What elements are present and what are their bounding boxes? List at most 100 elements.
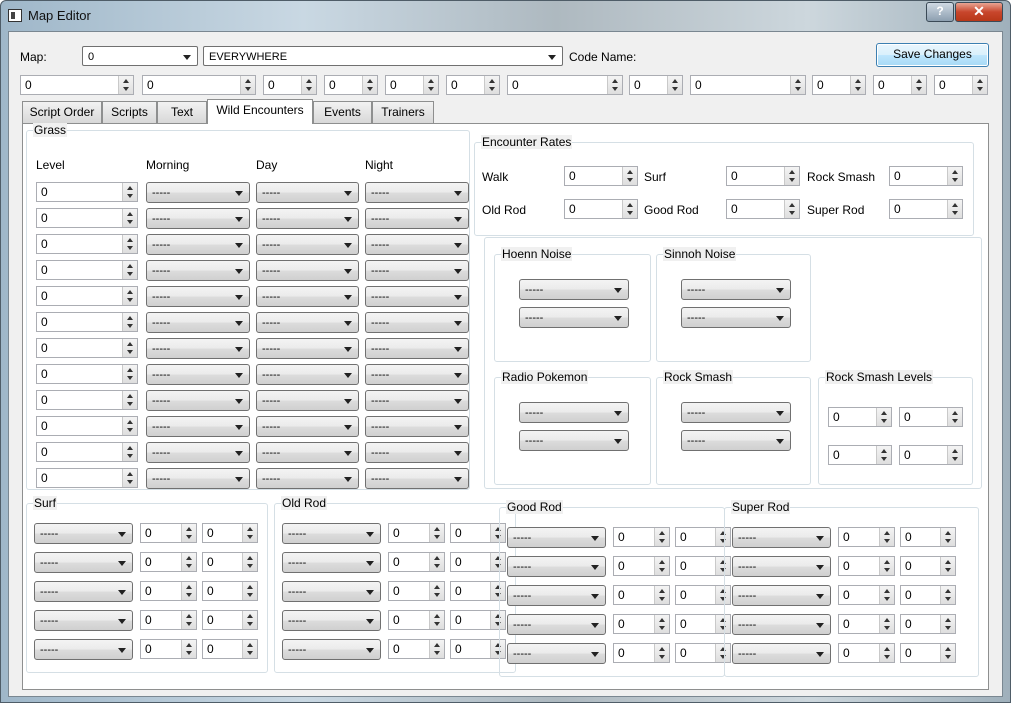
tab-scripts[interactable]: Scripts [102,101,157,123]
spin-arrows-icon[interactable] [429,524,444,542]
surf-group-max-level[interactable]: 0 [202,581,258,601]
grass-level-spinbox[interactable]: 0 [36,208,138,228]
spin-arrows-icon[interactable] [181,640,196,658]
good-rod-group-min-level[interactable]: 0 [613,643,670,663]
spin-arrows-icon[interactable] [122,209,137,227]
grass-night-select[interactable]: ----- [365,234,469,255]
spin-arrows-icon[interactable] [947,200,962,218]
super-rod-group-min-level[interactable]: 0 [838,527,895,547]
spin-arrows-icon[interactable] [654,586,669,604]
spin-arrows-icon[interactable] [947,446,962,464]
tab-script-order[interactable]: Script Order [22,101,102,123]
grass-night-select[interactable]: ----- [365,390,469,411]
tab-wild-encounters[interactable]: Wild Encounters [207,99,313,124]
good-rod-group-min-level[interactable]: 0 [613,614,670,634]
radio-pokemon-group-slot-1[interactable]: ----- [519,402,629,423]
spin-arrows-icon[interactable] [122,339,137,357]
grass-level-spinbox[interactable]: 0 [36,234,138,254]
super-rod-rate-spinbox[interactable]: 0 [889,199,963,219]
old-rod-group-pokemon-select[interactable]: ----- [282,523,381,544]
super-rod-group-min-level[interactable]: 0 [838,643,895,663]
surf-group-max-level[interactable]: 0 [202,610,258,630]
spin-arrows-icon[interactable] [790,76,805,94]
grass-morning-select[interactable]: ----- [146,182,250,203]
spin-arrows-icon[interactable] [879,528,894,546]
spin-arrows-icon[interactable] [181,524,196,542]
grass-day-select[interactable]: ----- [256,286,359,307]
grass-level-spinbox[interactable]: 0 [36,286,138,306]
super-rod-group-pokemon-select[interactable]: ----- [732,643,831,664]
good-rod-group-max-level[interactable]: 0 [675,556,731,576]
spin-arrows-icon[interactable] [654,528,669,546]
grass-level-spinbox[interactable]: 0 [36,182,138,202]
grass-day-select[interactable]: ----- [256,234,359,255]
spin-arrows-icon[interactable] [879,644,894,662]
spin-arrows-icon[interactable] [242,611,257,629]
good-rod-group-pokemon-select[interactable]: ----- [507,556,606,577]
spin-arrows-icon[interactable] [484,76,499,94]
old-rod-rate-spinbox[interactable]: 0 [564,199,638,219]
good-rod-group-max-level[interactable]: 0 [675,614,731,634]
super-rod-group-max-level[interactable]: 0 [900,556,956,576]
tab-trainers[interactable]: Trainers [372,101,434,123]
radio-pokemon-group-slot-2[interactable]: ----- [519,430,629,451]
spin-arrows-icon[interactable] [429,582,444,600]
spin-arrows-icon[interactable] [122,443,137,461]
old-rod-group-max-level[interactable]: 0 [450,523,506,543]
spin-arrows-icon[interactable] [654,615,669,633]
surf-group-min-level[interactable]: 0 [140,552,197,572]
spin-arrows-icon[interactable] [940,557,955,575]
header-field-10[interactable]: 0 [873,75,927,95]
grass-morning-select[interactable]: ----- [146,234,250,255]
surf-group-min-level[interactable]: 0 [140,581,197,601]
spin-arrows-icon[interactable] [622,200,637,218]
spin-arrows-icon[interactable] [607,76,622,94]
super-rod-group-pokemon-select[interactable]: ----- [732,614,831,635]
grass-level-spinbox[interactable]: 0 [36,338,138,358]
grass-night-select[interactable]: ----- [365,416,469,437]
spin-arrows-icon[interactable] [240,76,255,94]
grass-night-select[interactable]: ----- [365,442,469,463]
rock-smash-group-slot-2[interactable]: ----- [681,430,791,451]
spin-arrows-icon[interactable] [181,553,196,571]
spin-arrows-icon[interactable] [876,446,891,464]
grass-morning-select[interactable]: ----- [146,416,250,437]
good-rod-group-min-level[interactable]: 0 [613,527,670,547]
grass-morning-select[interactable]: ----- [146,364,250,385]
header-field-7[interactable]: 0 [629,75,683,95]
tab-events[interactable]: Events [313,101,372,123]
spin-arrows-icon[interactable] [940,615,955,633]
good-rod-group-pokemon-select[interactable]: ----- [507,527,606,548]
grass-level-spinbox[interactable]: 0 [36,364,138,384]
surf-group-max-level[interactable]: 0 [202,552,258,572]
sinnoh-noise-group-slot-2[interactable]: ----- [681,307,791,328]
spin-arrows-icon[interactable] [122,365,137,383]
spin-arrows-icon[interactable] [242,640,257,658]
rock-smash-group-slot-1[interactable]: ----- [681,402,791,423]
header-field-9[interactable]: 0 [812,75,866,95]
spin-arrows-icon[interactable] [911,76,926,94]
header-field-8[interactable]: 0 [690,75,806,95]
grass-morning-select[interactable]: ----- [146,260,250,281]
help-button[interactable]: ? [926,2,954,22]
save-changes-button[interactable]: Save Changes [876,43,989,67]
grass-day-select[interactable]: ----- [256,390,359,411]
grass-morning-select[interactable]: ----- [146,442,250,463]
surf-group-pokemon-select[interactable]: ----- [34,552,133,573]
spin-arrows-icon[interactable] [972,76,987,94]
grass-level-spinbox[interactable]: 0 [36,390,138,410]
surf-group-pokemon-select[interactable]: ----- [34,523,133,544]
spin-arrows-icon[interactable] [879,557,894,575]
hoenn-noise-group-slot-1[interactable]: ----- [519,279,629,300]
grass-morning-select[interactable]: ----- [146,286,250,307]
grass-night-select[interactable]: ----- [365,312,469,333]
grass-level-spinbox[interactable]: 0 [36,260,138,280]
spin-arrows-icon[interactable] [181,611,196,629]
super-rod-group-min-level[interactable]: 0 [838,556,895,576]
good-rod-rate-spinbox[interactable]: 0 [726,199,800,219]
spin-arrows-icon[interactable] [122,417,137,435]
surf-group-min-level[interactable]: 0 [140,523,197,543]
good-rod-group-pokemon-select[interactable]: ----- [507,643,606,664]
hoenn-noise-group-slot-2[interactable]: ----- [519,307,629,328]
super-rod-group-max-level[interactable]: 0 [900,527,956,547]
